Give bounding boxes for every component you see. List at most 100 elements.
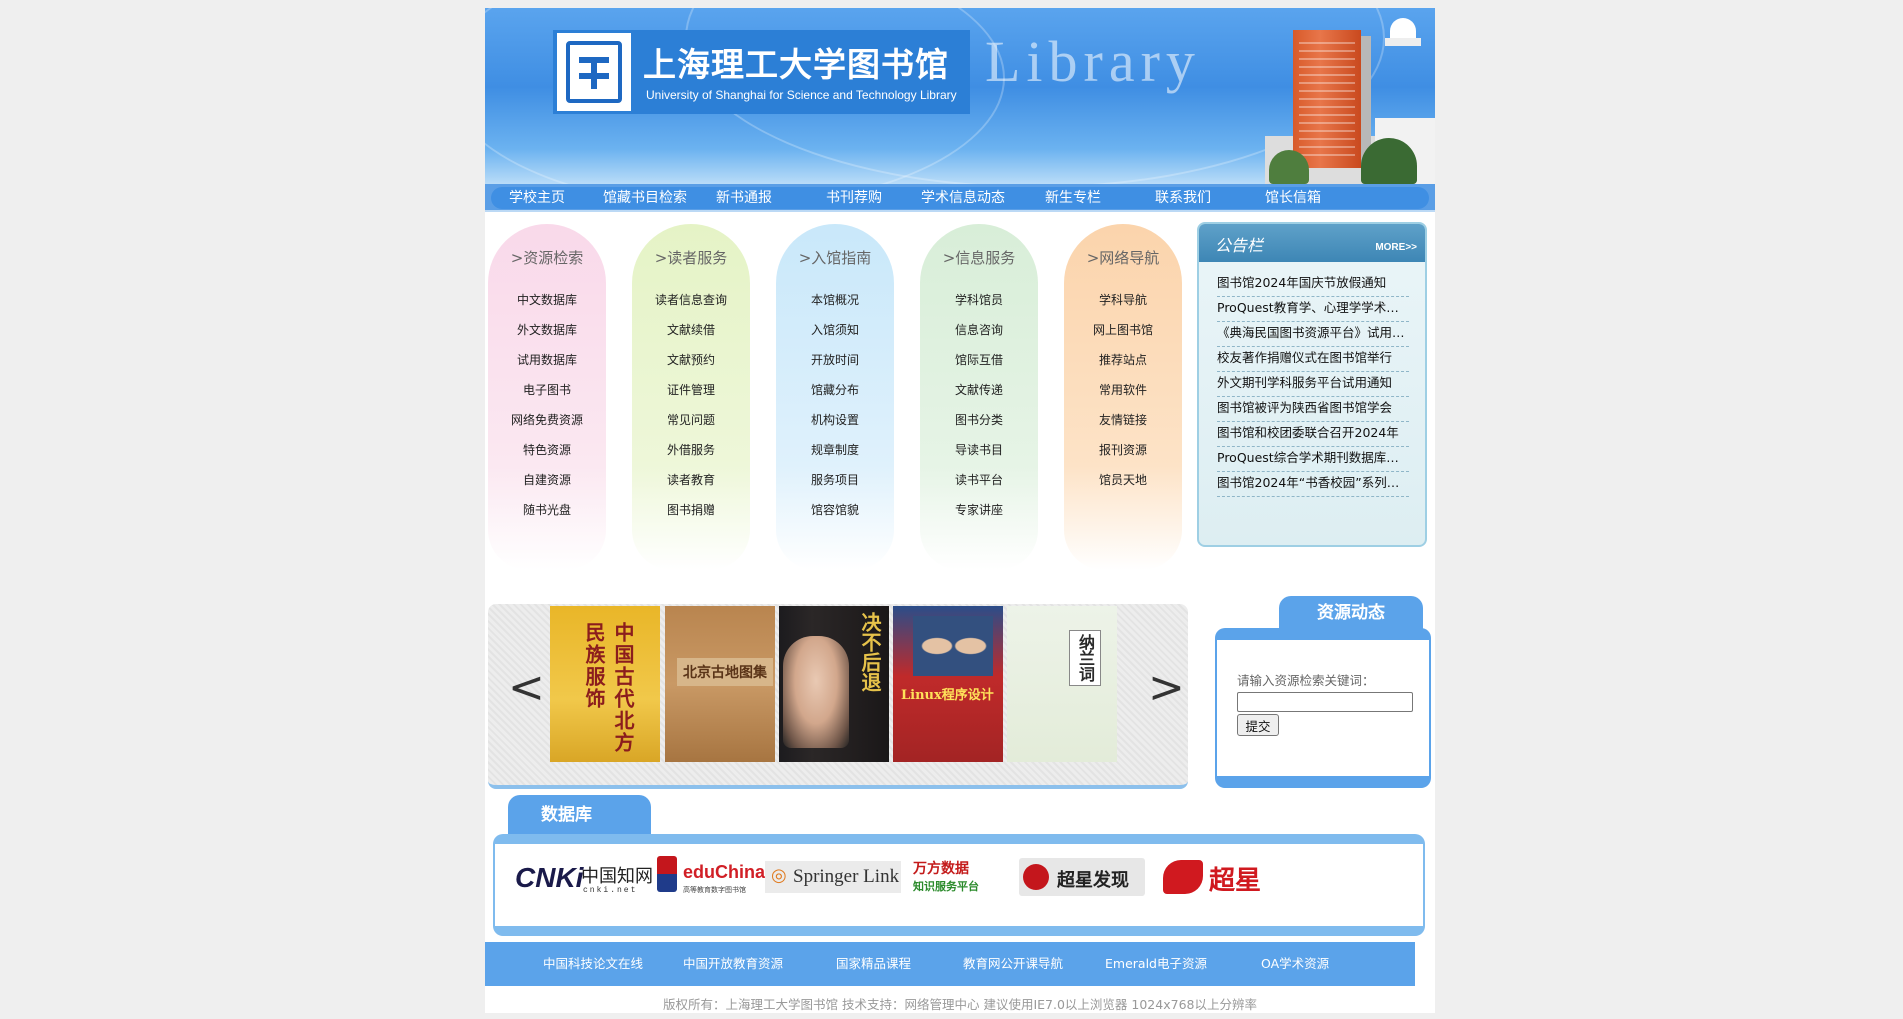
column-link[interactable]: 报刊资源 [1064, 441, 1182, 458]
notice-more-link[interactable]: MORE>> [1375, 242, 1417, 253]
column-title[interactable]: >资源检索 [488, 247, 606, 268]
column-link[interactable]: 外文数据库 [488, 321, 606, 338]
notice-board: 公告栏 MORE>> 图书馆2024年国庆节放假通知 ProQuest教育学、心… [1197, 222, 1427, 547]
column-link[interactable]: 读者教育 [632, 471, 750, 488]
nav-director-mailbox[interactable]: 馆长信箱 [1265, 187, 1321, 209]
column-link[interactable]: 图书捐赠 [632, 501, 750, 518]
column-link[interactable]: 读书平台 [920, 471, 1038, 488]
cnki-mark: CNKi [515, 862, 584, 893]
column-link[interactable]: 文献预约 [632, 351, 750, 368]
column-link[interactable]: 网上图书馆 [1064, 321, 1182, 338]
educhina-logo[interactable]: eduChina 高等教育数字图书馆 [657, 856, 765, 898]
wanfang-logo[interactable]: 万方数据 知识服务平台 [913, 856, 1003, 898]
page: 上海理工大学图书馆 University of Shanghai for Sci… [485, 8, 1435, 1013]
notice-item[interactable]: 图书馆2024年“书香校园”系列活动 [1217, 472, 1409, 497]
notice-item[interactable]: 校友著作捐赠仪式在图书馆举行 [1217, 347, 1409, 372]
column-link[interactable]: 常用软件 [1064, 381, 1182, 398]
column-link[interactable]: 导读书目 [920, 441, 1038, 458]
column-link[interactable]: 学科馆员 [920, 291, 1038, 308]
cnki-logo[interactable]: CNKi 中国知网 cnki.net [515, 856, 653, 898]
resource-submit-button[interactable]: 提交 [1237, 714, 1279, 736]
column-resource-search: >资源检索 中文数据库 外文数据库 试用数据库 电子图书 网络免费资源 特色资源… [488, 224, 606, 570]
notice-item[interactable]: ProQuest教育学、心理学学术期刊 [1217, 297, 1409, 322]
notice-item[interactable]: 《典海民国图书资源平台》试用通知 [1217, 322, 1409, 347]
footer-link[interactable]: 中国开放教育资源 [683, 942, 783, 986]
book-title: 决不后退 [858, 612, 882, 692]
book-cover[interactable]: 北京古地图集 [665, 606, 775, 762]
carousel-next-button[interactable]: > [1148, 662, 1185, 713]
column-link[interactable]: 推荐站点 [1064, 351, 1182, 368]
column-link[interactable]: 文献续借 [632, 321, 750, 338]
nav-freshman[interactable]: 新生专栏 [1045, 187, 1101, 209]
chaoxing-discovery-logo[interactable]: 超星发现 [1019, 858, 1145, 896]
notice-header: 公告栏 MORE>> [1199, 224, 1425, 262]
column-link[interactable]: 馆员天地 [1064, 471, 1182, 488]
column-title[interactable]: >网络导航 [1064, 247, 1182, 268]
nav-catalog-search[interactable]: 馆藏书目检索 [603, 187, 687, 209]
column-link[interactable]: 馆容馆貌 [776, 501, 894, 518]
column-link[interactable]: 图书分类 [920, 411, 1038, 428]
nav-academic-news[interactable]: 学术信息动态 [921, 187, 1005, 209]
column-link[interactable]: 馆藏分布 [776, 381, 894, 398]
notice-item[interactable]: 外文期刊学科服务平台试用通知 [1217, 372, 1409, 397]
column-link[interactable]: 证件管理 [632, 381, 750, 398]
column-link[interactable]: 信息咨询 [920, 321, 1038, 338]
resource-search-prompt: 请输入资源检索关键词： [1237, 673, 1375, 688]
column-link[interactable]: 中文数据库 [488, 291, 606, 308]
column-link[interactable]: 试用数据库 [488, 351, 606, 368]
column-link[interactable]: 特色资源 [488, 441, 606, 458]
column-link[interactable]: 入馆须知 [776, 321, 894, 338]
column-link[interactable]: 网络免费资源 [488, 411, 606, 428]
nav-book-recommend[interactable]: 书刊荐购 [826, 187, 882, 209]
column-link[interactable]: 电子图书 [488, 381, 606, 398]
column-link[interactable]: 随书光盘 [488, 501, 606, 518]
book-cover[interactable]: 决不后退 [779, 606, 889, 762]
resource-news-tab[interactable]: 资源动态 [1279, 596, 1423, 630]
chaoxing-logo[interactable]: 超星 [1163, 856, 1283, 898]
chaoxing-brand-icon [1163, 860, 1203, 894]
column-link[interactable]: 学科导航 [1064, 291, 1182, 308]
notice-item[interactable]: 图书馆和校团委联合召开2024年 [1217, 422, 1409, 447]
notice-item[interactable]: ProQuest综合学术期刊数据库试用 [1217, 447, 1409, 472]
footer-link[interactable]: 国家精品课程 [836, 942, 911, 986]
column-link[interactable]: 文献传递 [920, 381, 1038, 398]
footer-link[interactable]: OA学术资源 [1261, 942, 1329, 986]
library-logo[interactable]: 上海理工大学图书馆 University of Shanghai for Sci… [553, 30, 970, 114]
library-name-cn: 上海理工大学图书馆 [643, 45, 949, 84]
column-link[interactable]: 读者信息查询 [632, 291, 750, 308]
footer-link[interactable]: 中国科技论文在线 [543, 942, 643, 986]
book-title: 中国古代北方民族服饰 [582, 622, 635, 754]
nav-new-books[interactable]: 新书通报 [716, 187, 772, 209]
column-link[interactable]: 馆际互借 [920, 351, 1038, 368]
footer-link[interactable]: 教育网公开课导航 [963, 942, 1063, 986]
book-cover[interactable]: 中国古代北方民族服饰 [550, 606, 660, 762]
column-link[interactable]: 服务项目 [776, 471, 894, 488]
column-link[interactable]: 机构设置 [776, 411, 894, 428]
footer-link[interactable]: Emerald电子资源 [1105, 942, 1207, 986]
notice-item[interactable]: 图书馆2024年国庆节放假通知 [1217, 272, 1409, 297]
notice-item[interactable]: 图书馆被评为陕西省图书馆学会 [1217, 397, 1409, 422]
column-link[interactable]: 本馆概况 [776, 291, 894, 308]
book-title: Linux程序设计 [901, 688, 994, 703]
database-tab[interactable]: 数据库 [508, 795, 651, 835]
column-link[interactable]: 常见问题 [632, 411, 750, 428]
column-title[interactable]: >入馆指南 [776, 247, 894, 268]
column-link[interactable]: 开放时间 [776, 351, 894, 368]
nav-school-home[interactable]: 学校主页 [509, 187, 565, 209]
column-link[interactable]: 外借服务 [632, 441, 750, 458]
column-link[interactable]: 规章制度 [776, 441, 894, 458]
column-link[interactable]: 专家讲座 [920, 501, 1038, 518]
resource-search-input[interactable] [1237, 692, 1413, 712]
book-cover[interactable]: Linux程序设计 [893, 606, 1003, 762]
main-nav: 学校主页 馆藏书目检索 新书通报 书刊荐购 学术信息动态 新生专栏 联系我们 馆… [485, 184, 1435, 212]
book-cover[interactable]: 纳兰词 [1007, 606, 1117, 762]
chaoxing-discovery-name: 超星发现 [1057, 870, 1129, 891]
authors-photo [913, 616, 993, 676]
carousel-prev-button[interactable]: < [508, 662, 545, 713]
springerlink-logo[interactable]: ◎ Springer Link [765, 861, 901, 893]
column-title[interactable]: >信息服务 [920, 247, 1038, 268]
nav-contact-us[interactable]: 联系我们 [1155, 187, 1211, 209]
column-link[interactable]: 自建资源 [488, 471, 606, 488]
column-link[interactable]: 友情链接 [1064, 411, 1182, 428]
column-title[interactable]: >读者服务 [632, 247, 750, 268]
